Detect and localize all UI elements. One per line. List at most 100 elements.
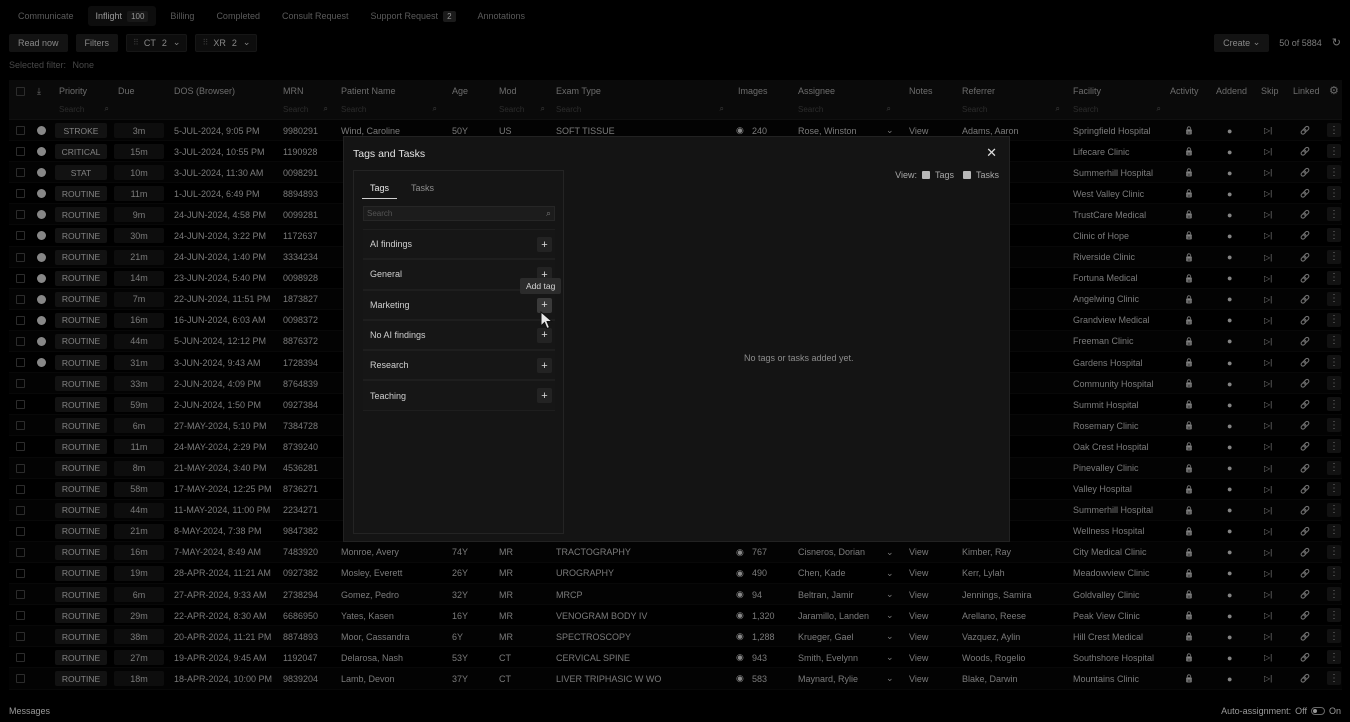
- alert-icon[interactable]: ●: [1227, 479, 1232, 500]
- lock-icon[interactable]: 🔒: [1184, 626, 1194, 647]
- lock-icon[interactable]: 🔒: [1184, 352, 1194, 373]
- filter-chip-xr[interactable]: ⠿ XR 2 ⌄: [195, 33, 258, 52]
- column-header-age[interactable]: Age: [452, 86, 468, 96]
- messages-link[interactable]: Messages: [9, 706, 50, 716]
- more-options-icon[interactable]: ⋮: [1327, 397, 1341, 412]
- row-checkbox[interactable]: [16, 568, 25, 578]
- skip-icon[interactable]: ▷|: [1264, 373, 1272, 394]
- row-checkbox[interactable]: [16, 315, 25, 325]
- row-checkbox[interactable]: [16, 336, 25, 346]
- row-checkbox[interactable]: [16, 379, 25, 389]
- link-icon[interactable]: 🔗: [1300, 331, 1310, 352]
- link-icon[interactable]: 🔗: [1300, 373, 1310, 394]
- chevron-down-icon[interactable]: ⌄: [886, 647, 894, 668]
- row-checkbox[interactable]: [16, 611, 25, 621]
- link-icon[interactable]: 🔗: [1300, 436, 1310, 457]
- column-header-mod[interactable]: Mod: [499, 86, 517, 96]
- more-options-icon[interactable]: ⋮: [1327, 123, 1341, 137]
- alert-icon[interactable]: ●: [1227, 626, 1232, 647]
- table-row[interactable]: ROUTINE 27m 19-APR-2024, 9:45 AM 1192047 Del…: [9, 647, 1342, 669]
- tag-search-input[interactable]: Search ⌕: [363, 206, 555, 221]
- table-row[interactable]: ROUTINE 29m 22-APR-2024, 8:30 AM 6686950 Yat…: [9, 605, 1342, 627]
- more-options-icon[interactable]: ⋮: [1327, 565, 1341, 580]
- lock-icon[interactable]: 🔒: [1184, 542, 1194, 563]
- link-icon[interactable]: 🔗: [1300, 225, 1310, 246]
- alert-icon[interactable]: ●: [1227, 458, 1232, 479]
- skip-icon[interactable]: ▷|: [1264, 436, 1272, 457]
- row-checkbox[interactable]: [16, 484, 25, 494]
- chevron-down-icon[interactable]: ⌄: [886, 605, 894, 626]
- more-options-icon[interactable]: ⋮: [1327, 587, 1341, 602]
- skip-icon[interactable]: ▷|: [1264, 289, 1272, 310]
- alert-icon[interactable]: ●: [1227, 268, 1232, 289]
- column-header-exam[interactable]: Exam Type: [556, 86, 601, 96]
- lock-icon[interactable]: 🔒: [1184, 584, 1194, 605]
- column-search-assignee[interactable]: Search ⌕: [798, 102, 891, 116]
- link-icon[interactable]: 🔗: [1300, 647, 1310, 668]
- row-checkbox[interactable]: [16, 526, 25, 536]
- link-icon[interactable]: 🔗: [1300, 626, 1310, 647]
- chevron-down-icon[interactable]: ⌄: [886, 626, 894, 647]
- eye-icon[interactable]: ◉: [736, 668, 744, 689]
- skip-icon[interactable]: ▷|: [1264, 668, 1272, 689]
- more-options-icon[interactable]: ⋮: [1327, 207, 1341, 222]
- close-icon[interactable]: ✕: [986, 145, 997, 161]
- tab-support-request[interactable]: Support Request 2: [363, 6, 464, 26]
- eye-icon[interactable]: ◉: [736, 647, 744, 668]
- skip-icon[interactable]: ▷|: [1264, 310, 1272, 331]
- lock-icon[interactable]: 🔒: [1184, 521, 1194, 542]
- add-tag-button[interactable]: +: [537, 237, 552, 252]
- skip-icon[interactable]: ▷|: [1264, 647, 1272, 668]
- table-row[interactable]: ROUTINE 38m 20-APR-2024, 11:21 PM 8874893 Mo…: [9, 626, 1342, 648]
- column-search-mod[interactable]: Search ⌕: [499, 102, 545, 116]
- assignee-cell[interactable]: Beltran, Jamir: [798, 584, 854, 605]
- link-icon[interactable]: 🔗: [1300, 500, 1310, 521]
- row-checkbox[interactable]: [16, 252, 25, 262]
- filter-chip-ct[interactable]: ⠿ CT 2 ⌄: [126, 33, 188, 52]
- more-options-icon[interactable]: ⋮: [1327, 144, 1341, 159]
- link-icon[interactable]: 🔗: [1300, 415, 1310, 436]
- alert-icon[interactable]: ●: [1227, 225, 1232, 246]
- lock-icon[interactable]: 🔒: [1184, 436, 1194, 457]
- link-icon[interactable]: 🔗: [1300, 183, 1310, 204]
- filters-button[interactable]: Filters: [75, 33, 119, 52]
- skip-icon[interactable]: ▷|: [1264, 626, 1272, 647]
- skip-icon[interactable]: ▷|: [1264, 162, 1272, 183]
- alert-icon[interactable]: ●: [1227, 563, 1232, 584]
- column-header-due[interactable]: Due: [118, 86, 135, 96]
- skip-icon[interactable]: ▷|: [1264, 394, 1272, 415]
- alert-icon[interactable]: ●: [1227, 500, 1232, 521]
- link-icon[interactable]: 🔗: [1300, 521, 1310, 542]
- column-header-linked[interactable]: Linked: [1293, 86, 1320, 96]
- notes-view-link[interactable]: View: [909, 605, 928, 626]
- lock-icon[interactable]: 🔒: [1184, 204, 1194, 225]
- alert-icon[interactable]: ●: [1227, 668, 1232, 689]
- row-checkbox[interactable]: [16, 168, 25, 178]
- assignee-cell[interactable]: Chen, Kade: [798, 563, 846, 584]
- lock-icon[interactable]: 🔒: [1184, 500, 1194, 521]
- more-options-icon[interactable]: ⋮: [1327, 418, 1341, 433]
- lock-icon[interactable]: 🔒: [1184, 225, 1194, 246]
- refresh-icon[interactable]: ↻: [1332, 36, 1341, 49]
- more-options-icon[interactable]: ⋮: [1327, 291, 1341, 306]
- more-options-icon[interactable]: ⋮: [1327, 523, 1341, 538]
- column-header-skip[interactable]: Skip: [1261, 86, 1279, 96]
- alert-icon[interactable]: ●: [1227, 310, 1232, 331]
- row-checkbox[interactable]: [16, 442, 25, 452]
- skip-icon[interactable]: ▷|: [1264, 120, 1272, 141]
- assignee-cell[interactable]: Jaramillo, Landen: [798, 605, 869, 626]
- more-options-icon[interactable]: ⋮: [1327, 608, 1341, 623]
- notes-view-link[interactable]: View: [909, 584, 928, 605]
- skip-icon[interactable]: ▷|: [1264, 458, 1272, 479]
- table-row[interactable]: ROUTINE 19m 28-APR-2024, 11:21 AM 0927382 Mo…: [9, 563, 1342, 585]
- lock-icon[interactable]: 🔒: [1184, 563, 1194, 584]
- link-icon[interactable]: 🔗: [1300, 141, 1310, 162]
- alert-icon[interactable]: ●: [1227, 415, 1232, 436]
- view-tasks-checkbox[interactable]: [962, 171, 971, 179]
- tab-inflight[interactable]: Inflight 100: [87, 6, 157, 26]
- alert-icon[interactable]: ●: [1227, 394, 1232, 415]
- alert-icon[interactable]: ●: [1227, 352, 1232, 373]
- column-header-facility[interactable]: Facility: [1073, 86, 1101, 96]
- tab-consult-request[interactable]: Consult Request: [274, 6, 357, 26]
- column-header-notes[interactable]: Notes: [909, 86, 933, 96]
